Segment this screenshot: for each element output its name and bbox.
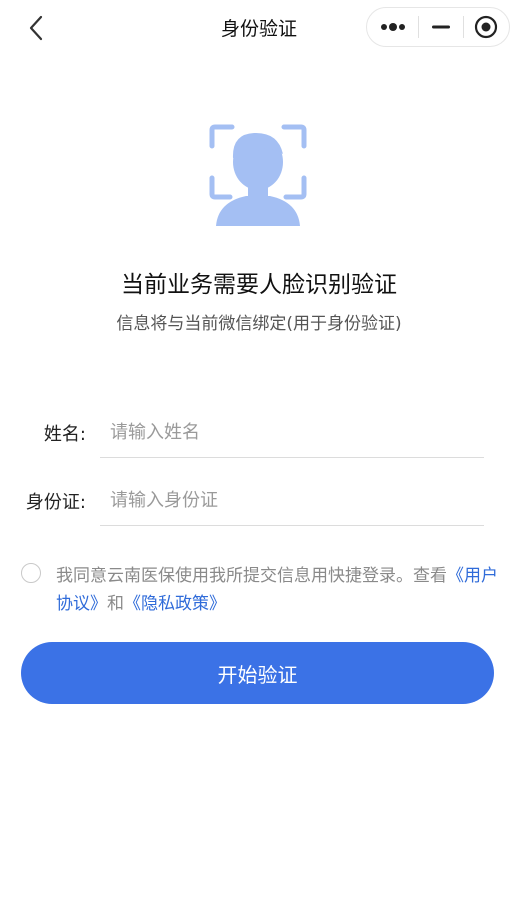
close-miniprogram-button[interactable] [464, 8, 509, 46]
agreement-text: 我同意云南医保使用我所提交信息用快捷登录。查看《用户协议》和《隐私政策》 [56, 562, 506, 618]
name-input[interactable] [100, 408, 484, 458]
more-button[interactable] [367, 8, 418, 46]
name-row: 姓名: [0, 400, 518, 468]
minimize-button[interactable] [419, 8, 462, 46]
minus-icon [431, 25, 450, 29]
verification-headline: 当前业务需要人脸识别验证 [121, 272, 397, 298]
id-card-label: 身份证: [25, 492, 86, 513]
id-card-input[interactable] [100, 476, 484, 526]
agreement-statement: 我同意云南医保使用我所提交信息用快捷登录。查看 [56, 566, 447, 586]
id-card-row: 身份证: [0, 468, 518, 536]
privacy-policy-link[interactable]: 《隐私政策》 [124, 594, 226, 614]
navigation-bar: 身份验证 [0, 0, 518, 56]
start-verification-button[interactable]: 开始验证 [21, 642, 494, 704]
verification-subline: 信息将与当前微信绑定(用于身份验证) [116, 314, 402, 334]
agreement-conjunction: 和 [107, 594, 124, 614]
mini-program-capsule [366, 7, 510, 47]
identity-verification-page: 身份验证 当前业务需要人脸识别验证 信息将与当前微信绑定(用于身份验证) 姓名:… [0, 0, 518, 920]
more-dots-icon [380, 23, 405, 31]
target-circle-icon [475, 15, 498, 39]
face-scan-icon [208, 124, 308, 228]
name-label: 姓名: [43, 424, 86, 445]
agreement-checkbox[interactable] [21, 563, 41, 583]
